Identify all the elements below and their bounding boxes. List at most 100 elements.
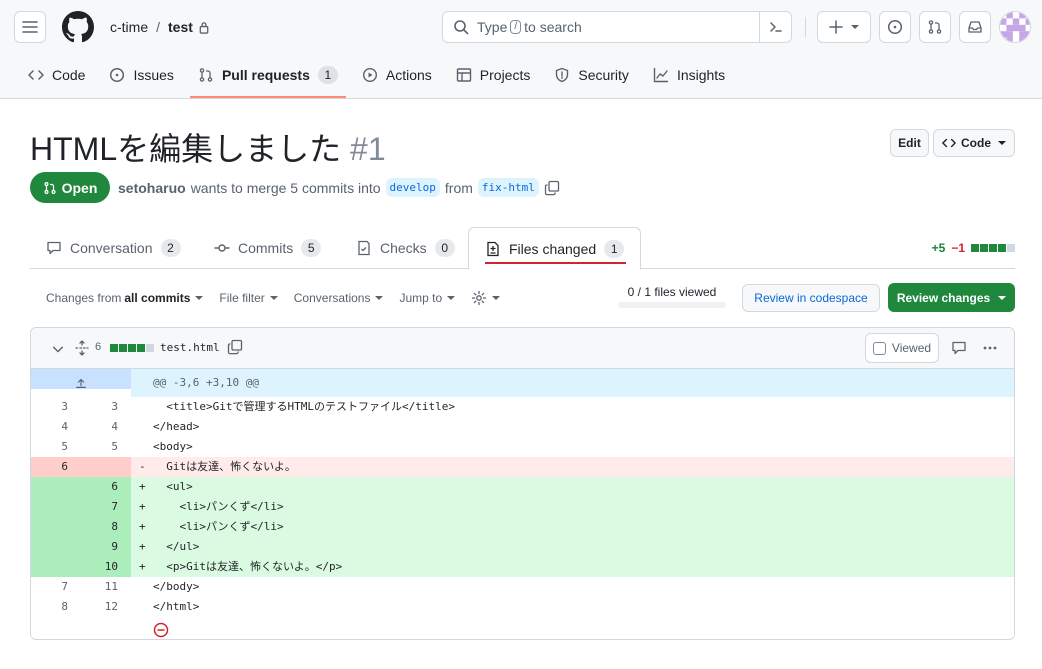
author-link[interactable]: setoharuo bbox=[118, 180, 186, 196]
viewed-checkbox-button[interactable]: Viewed bbox=[865, 333, 939, 363]
line-code: + <li>パンくず</li> bbox=[131, 497, 1014, 517]
review-changes-label: Review changes bbox=[896, 290, 991, 305]
tab-checks[interactable]: Checks 0 bbox=[356, 227, 455, 269]
nav-pull-requests[interactable]: Pull requests 1 bbox=[189, 64, 346, 98]
old-line-number[interactable] bbox=[31, 497, 81, 517]
comment-on-file-button[interactable] bbox=[951, 340, 967, 356]
search-input[interactable]: Type / to search bbox=[442, 11, 792, 43]
tab-conversation[interactable]: Conversation 2 bbox=[46, 227, 181, 269]
code-dropdown-button[interactable]: Code bbox=[933, 129, 1015, 157]
code-text: <title>Gitで管理するHTMLのテストファイル</title> bbox=[153, 400, 455, 413]
context-line: 5 5 <body> bbox=[31, 437, 1014, 457]
pull-requests-button[interactable] bbox=[919, 11, 951, 43]
old-line-number[interactable] bbox=[31, 537, 81, 557]
file-diff-icon bbox=[487, 241, 499, 256]
hunk-header: @@ -3,6 +3,10 @@ bbox=[131, 369, 1014, 397]
pull-request-icon bbox=[928, 20, 942, 34]
old-line-number[interactable]: 6 bbox=[31, 457, 81, 477]
code-text: </ul> bbox=[153, 540, 200, 553]
old-line-number[interactable]: 3 bbox=[31, 397, 81, 417]
new-line-number[interactable]: 11 bbox=[81, 577, 131, 597]
nav-code[interactable]: Code bbox=[20, 64, 93, 86]
file-name[interactable]: test.html bbox=[160, 341, 220, 354]
edit-title-button[interactable]: Edit bbox=[890, 129, 929, 157]
repo-link[interactable]: test bbox=[168, 19, 193, 35]
nav-actions[interactable]: Actions bbox=[354, 64, 440, 86]
old-line-number[interactable]: 5 bbox=[31, 437, 81, 457]
file-filter-dropdown[interactable]: File filter bbox=[219, 291, 278, 305]
owner-link[interactable]: c-time bbox=[110, 19, 148, 35]
issue-icon bbox=[110, 67, 125, 83]
unfold-icon bbox=[75, 340, 89, 356]
nav-issues[interactable]: Issues bbox=[101, 64, 181, 86]
code-text: <p>Gitは友達、怖くないよ。</p> bbox=[153, 560, 343, 573]
diffstat-blocks bbox=[970, 241, 1015, 255]
new-line-number[interactable]: 5 bbox=[81, 437, 131, 457]
pr-meta: setoharuo wants to merge 5 commits into … bbox=[118, 178, 560, 197]
expand-all-button[interactable] bbox=[74, 340, 90, 356]
expand-up-button[interactable] bbox=[31, 369, 131, 389]
added-line: 7 + <li>パンくず</li> bbox=[31, 497, 1014, 517]
tab-commits[interactable]: Commits 5 bbox=[214, 227, 322, 269]
review-changes-button[interactable]: Review changes bbox=[888, 283, 1015, 312]
nav-projects[interactable]: Projects bbox=[448, 64, 539, 86]
code-text: </body> bbox=[153, 580, 200, 593]
inbox-button[interactable] bbox=[959, 11, 991, 43]
new-line-number[interactable]: 9 bbox=[81, 537, 131, 557]
old-line-number[interactable]: 7 bbox=[31, 577, 81, 597]
collapse-button[interactable] bbox=[51, 342, 65, 356]
new-line-number[interactable]: 8 bbox=[81, 517, 131, 537]
new-line-number[interactable]: 3 bbox=[81, 397, 131, 417]
line-code: + </ul> bbox=[131, 537, 1014, 557]
diff-settings-dropdown[interactable] bbox=[471, 290, 501, 306]
nav-security[interactable]: Security bbox=[546, 64, 637, 86]
code-text: <body> bbox=[153, 440, 193, 453]
new-line-number[interactable]: 6 bbox=[81, 477, 131, 497]
old-line-number[interactable]: 4 bbox=[31, 417, 81, 437]
issues-button[interactable] bbox=[879, 11, 911, 43]
new-line-number[interactable] bbox=[81, 457, 131, 477]
new-line-number[interactable]: 7 bbox=[81, 497, 131, 517]
nav-label: Projects bbox=[479, 67, 531, 83]
viewed-checkbox[interactable] bbox=[872, 341, 886, 355]
jump-to-label: Jump to bbox=[399, 291, 443, 305]
issue-icon bbox=[887, 19, 903, 35]
github-logo-icon[interactable] bbox=[62, 11, 94, 43]
code-text: Gitは友達、怖くないよ。 bbox=[153, 460, 296, 473]
base-branch[interactable]: develop bbox=[385, 178, 440, 197]
tab-label: Conversation bbox=[70, 240, 153, 256]
review-in-codespace-button[interactable]: Review in codespace bbox=[742, 284, 880, 312]
copy-icon[interactable] bbox=[544, 180, 560, 196]
tab-files-changed[interactable]: Files changed 1 bbox=[468, 227, 642, 270]
search-shortcut-key: / bbox=[510, 20, 522, 34]
file-options-button[interactable] bbox=[982, 340, 998, 356]
pr-tabs: Conversation 2 Commits 5 Checks 0 Files … bbox=[30, 227, 1015, 270]
jump-to-dropdown[interactable]: Jump to bbox=[399, 291, 456, 305]
files-viewed-count: 0 / 1 files viewed bbox=[627, 285, 717, 299]
file-change-count: 6 bbox=[95, 341, 102, 353]
create-new-button[interactable] bbox=[817, 11, 871, 43]
old-line-number[interactable] bbox=[31, 517, 81, 537]
new-line-number[interactable]: 10 bbox=[81, 557, 131, 577]
command-palette-button[interactable] bbox=[759, 12, 791, 42]
conversations-label: Conversations bbox=[293, 291, 371, 305]
conversations-dropdown[interactable]: Conversations bbox=[294, 291, 384, 305]
head-branch[interactable]: fix-html bbox=[477, 178, 539, 197]
new-line-number[interactable]: 4 bbox=[81, 417, 131, 437]
menu-button[interactable] bbox=[14, 11, 46, 43]
edit-label: Edit bbox=[898, 136, 921, 150]
old-line-number[interactable]: 8 bbox=[31, 597, 81, 617]
old-line-number[interactable] bbox=[31, 557, 81, 577]
old-line-number[interactable] bbox=[31, 477, 81, 497]
nav-label: Issues bbox=[133, 67, 174, 83]
nav-insights[interactable]: Insights bbox=[645, 64, 733, 86]
copy-path-button[interactable] bbox=[227, 339, 243, 355]
code-text: </html> bbox=[153, 600, 200, 613]
inbox-icon bbox=[968, 21, 982, 33]
user-avatar[interactable] bbox=[999, 11, 1031, 43]
diff-lines: 33 <title>Gitで管理するHTMLのテストファイル</title> 4 4… bbox=[31, 397, 1014, 617]
new-line-number[interactable]: 12 bbox=[81, 597, 131, 617]
pull-request-icon bbox=[44, 181, 56, 194]
hamburger-icon bbox=[22, 21, 38, 33]
changes-from-dropdown[interactable]: Changes from all commits bbox=[46, 291, 204, 305]
